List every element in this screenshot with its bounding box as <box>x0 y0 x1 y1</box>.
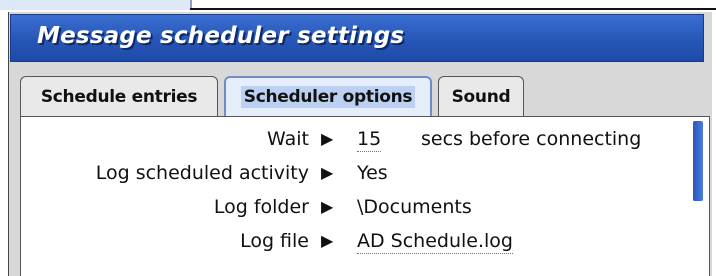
right-arrow-icon[interactable]: ▶ <box>321 129 333 148</box>
wait-seconds-field[interactable]: 15 <box>357 128 382 152</box>
previous-window-edge <box>0 0 192 10</box>
dialog-title: Message scheduler settings <box>37 23 405 49</box>
option-label: Log scheduled activity <box>95 162 309 184</box>
right-arrow-icon[interactable]: ▶ <box>321 197 333 216</box>
scrollbar-thumb[interactable] <box>693 121 703 201</box>
dialog-titlebar: Message scheduler settings <box>10 14 704 62</box>
option-label: Log folder <box>213 196 309 218</box>
option-suffix: secs before connecting <box>421 128 642 150</box>
log-folder-value[interactable]: \Documents <box>357 196 472 218</box>
tab-scheduler-options[interactable]: Scheduler options <box>224 76 432 116</box>
option-row-log-file[interactable]: Log file ▶ AD Schedule.log <box>21 227 681 259</box>
tab-label: Sound <box>451 86 511 107</box>
tab-schedule-entries[interactable]: Schedule entries <box>20 76 218 116</box>
top-divider <box>190 8 716 10</box>
top-strip <box>0 0 716 12</box>
options-panel: Wait ▶ 15 secs before connecting Log sch… <box>20 116 710 276</box>
right-arrow-icon[interactable]: ▶ <box>321 231 333 250</box>
option-label: Log file <box>240 230 309 252</box>
right-arrow-icon[interactable]: ▶ <box>321 163 333 182</box>
tab-label: Schedule entries <box>40 86 198 107</box>
option-row-log-activity[interactable]: Log scheduled activity ▶ Yes <box>21 159 681 191</box>
option-row-wait[interactable]: Wait ▶ 15 secs before connecting <box>21 125 681 157</box>
option-label: Wait <box>267 128 309 150</box>
tab-sound[interactable]: Sound <box>438 76 524 116</box>
log-activity-value[interactable]: Yes <box>357 162 388 184</box>
option-row-log-folder[interactable]: Log folder ▶ \Documents <box>21 193 681 225</box>
tab-label: Scheduler options <box>240 86 416 108</box>
log-file-field[interactable]: AD Schedule.log <box>357 230 513 254</box>
